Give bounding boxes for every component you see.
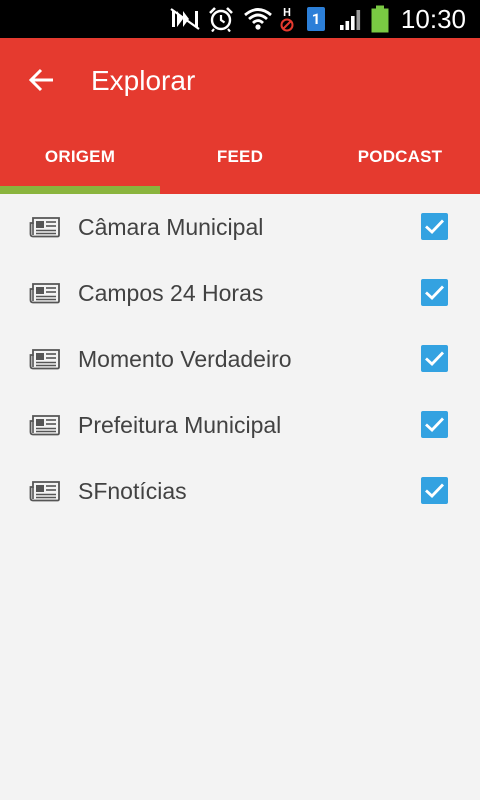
- source-checkbox[interactable]: [421, 345, 448, 372]
- status-time: 10:30: [400, 4, 466, 34]
- source-label: Momento Verdadeiro: [78, 346, 292, 372]
- source-checkbox[interactable]: [421, 477, 448, 504]
- app-bar: Explorar: [0, 38, 480, 124]
- list-item[interactable]: Câmara Municipal: [0, 194, 480, 260]
- newspaper-icon: [29, 216, 61, 238]
- tab-feed[interactable]: FEED: [160, 124, 320, 194]
- tab-label: FEED: [216, 147, 264, 166]
- list-item[interactable]: Prefeitura Municipal: [0, 392, 480, 458]
- tab-label: ORIGEM: [44, 147, 116, 166]
- battery-icon: [369, 5, 391, 33]
- source-label: Campos 24 Horas: [78, 280, 264, 306]
- source-label: Câmara Municipal: [78, 214, 264, 240]
- no-data-icon: H: [277, 5, 297, 33]
- list-item[interactable]: SFnotícias: [0, 458, 480, 524]
- source-list: Câmara Municipal Campos 24 Horas Momento…: [0, 194, 480, 524]
- wifi-icon: [243, 5, 273, 33]
- tab-bar: ORIGEM FEED PODCAST: [0, 124, 480, 194]
- tab-podcast[interactable]: PODCAST: [320, 124, 480, 194]
- source-label: SFnotícias: [78, 478, 187, 504]
- status-bar: H 1 10:30: [0, 0, 480, 38]
- check-icon: [425, 285, 445, 300]
- check-icon: [425, 417, 445, 432]
- arrow-left-icon: [29, 68, 53, 92]
- network-type-label: H: [283, 5, 291, 19]
- sim-icon: 1: [306, 5, 326, 33]
- tab-origem[interactable]: ORIGEM: [0, 124, 160, 194]
- newspaper-icon: [29, 348, 61, 370]
- sim-slot-label: 1: [307, 7, 325, 31]
- signal-icon: [338, 5, 364, 33]
- check-icon: [425, 219, 445, 234]
- page-title: Explorar: [91, 65, 196, 96]
- source-checkbox[interactable]: [421, 279, 448, 306]
- mute-icon: [168, 5, 202, 33]
- newspaper-icon: [29, 414, 61, 436]
- back-button[interactable]: [22, 60, 62, 100]
- source-checkbox[interactable]: [421, 213, 448, 240]
- newspaper-icon: [29, 480, 61, 502]
- alarm-icon: [206, 5, 236, 33]
- source-label: Prefeitura Municipal: [78, 412, 282, 438]
- newspaper-icon: [29, 282, 61, 304]
- check-icon: [425, 351, 445, 366]
- check-icon: [425, 483, 445, 498]
- list-item[interactable]: Campos 24 Horas: [0, 260, 480, 326]
- tab-label: PODCAST: [357, 147, 443, 166]
- list-item[interactable]: Momento Verdadeiro: [0, 326, 480, 392]
- source-checkbox[interactable]: [421, 411, 448, 438]
